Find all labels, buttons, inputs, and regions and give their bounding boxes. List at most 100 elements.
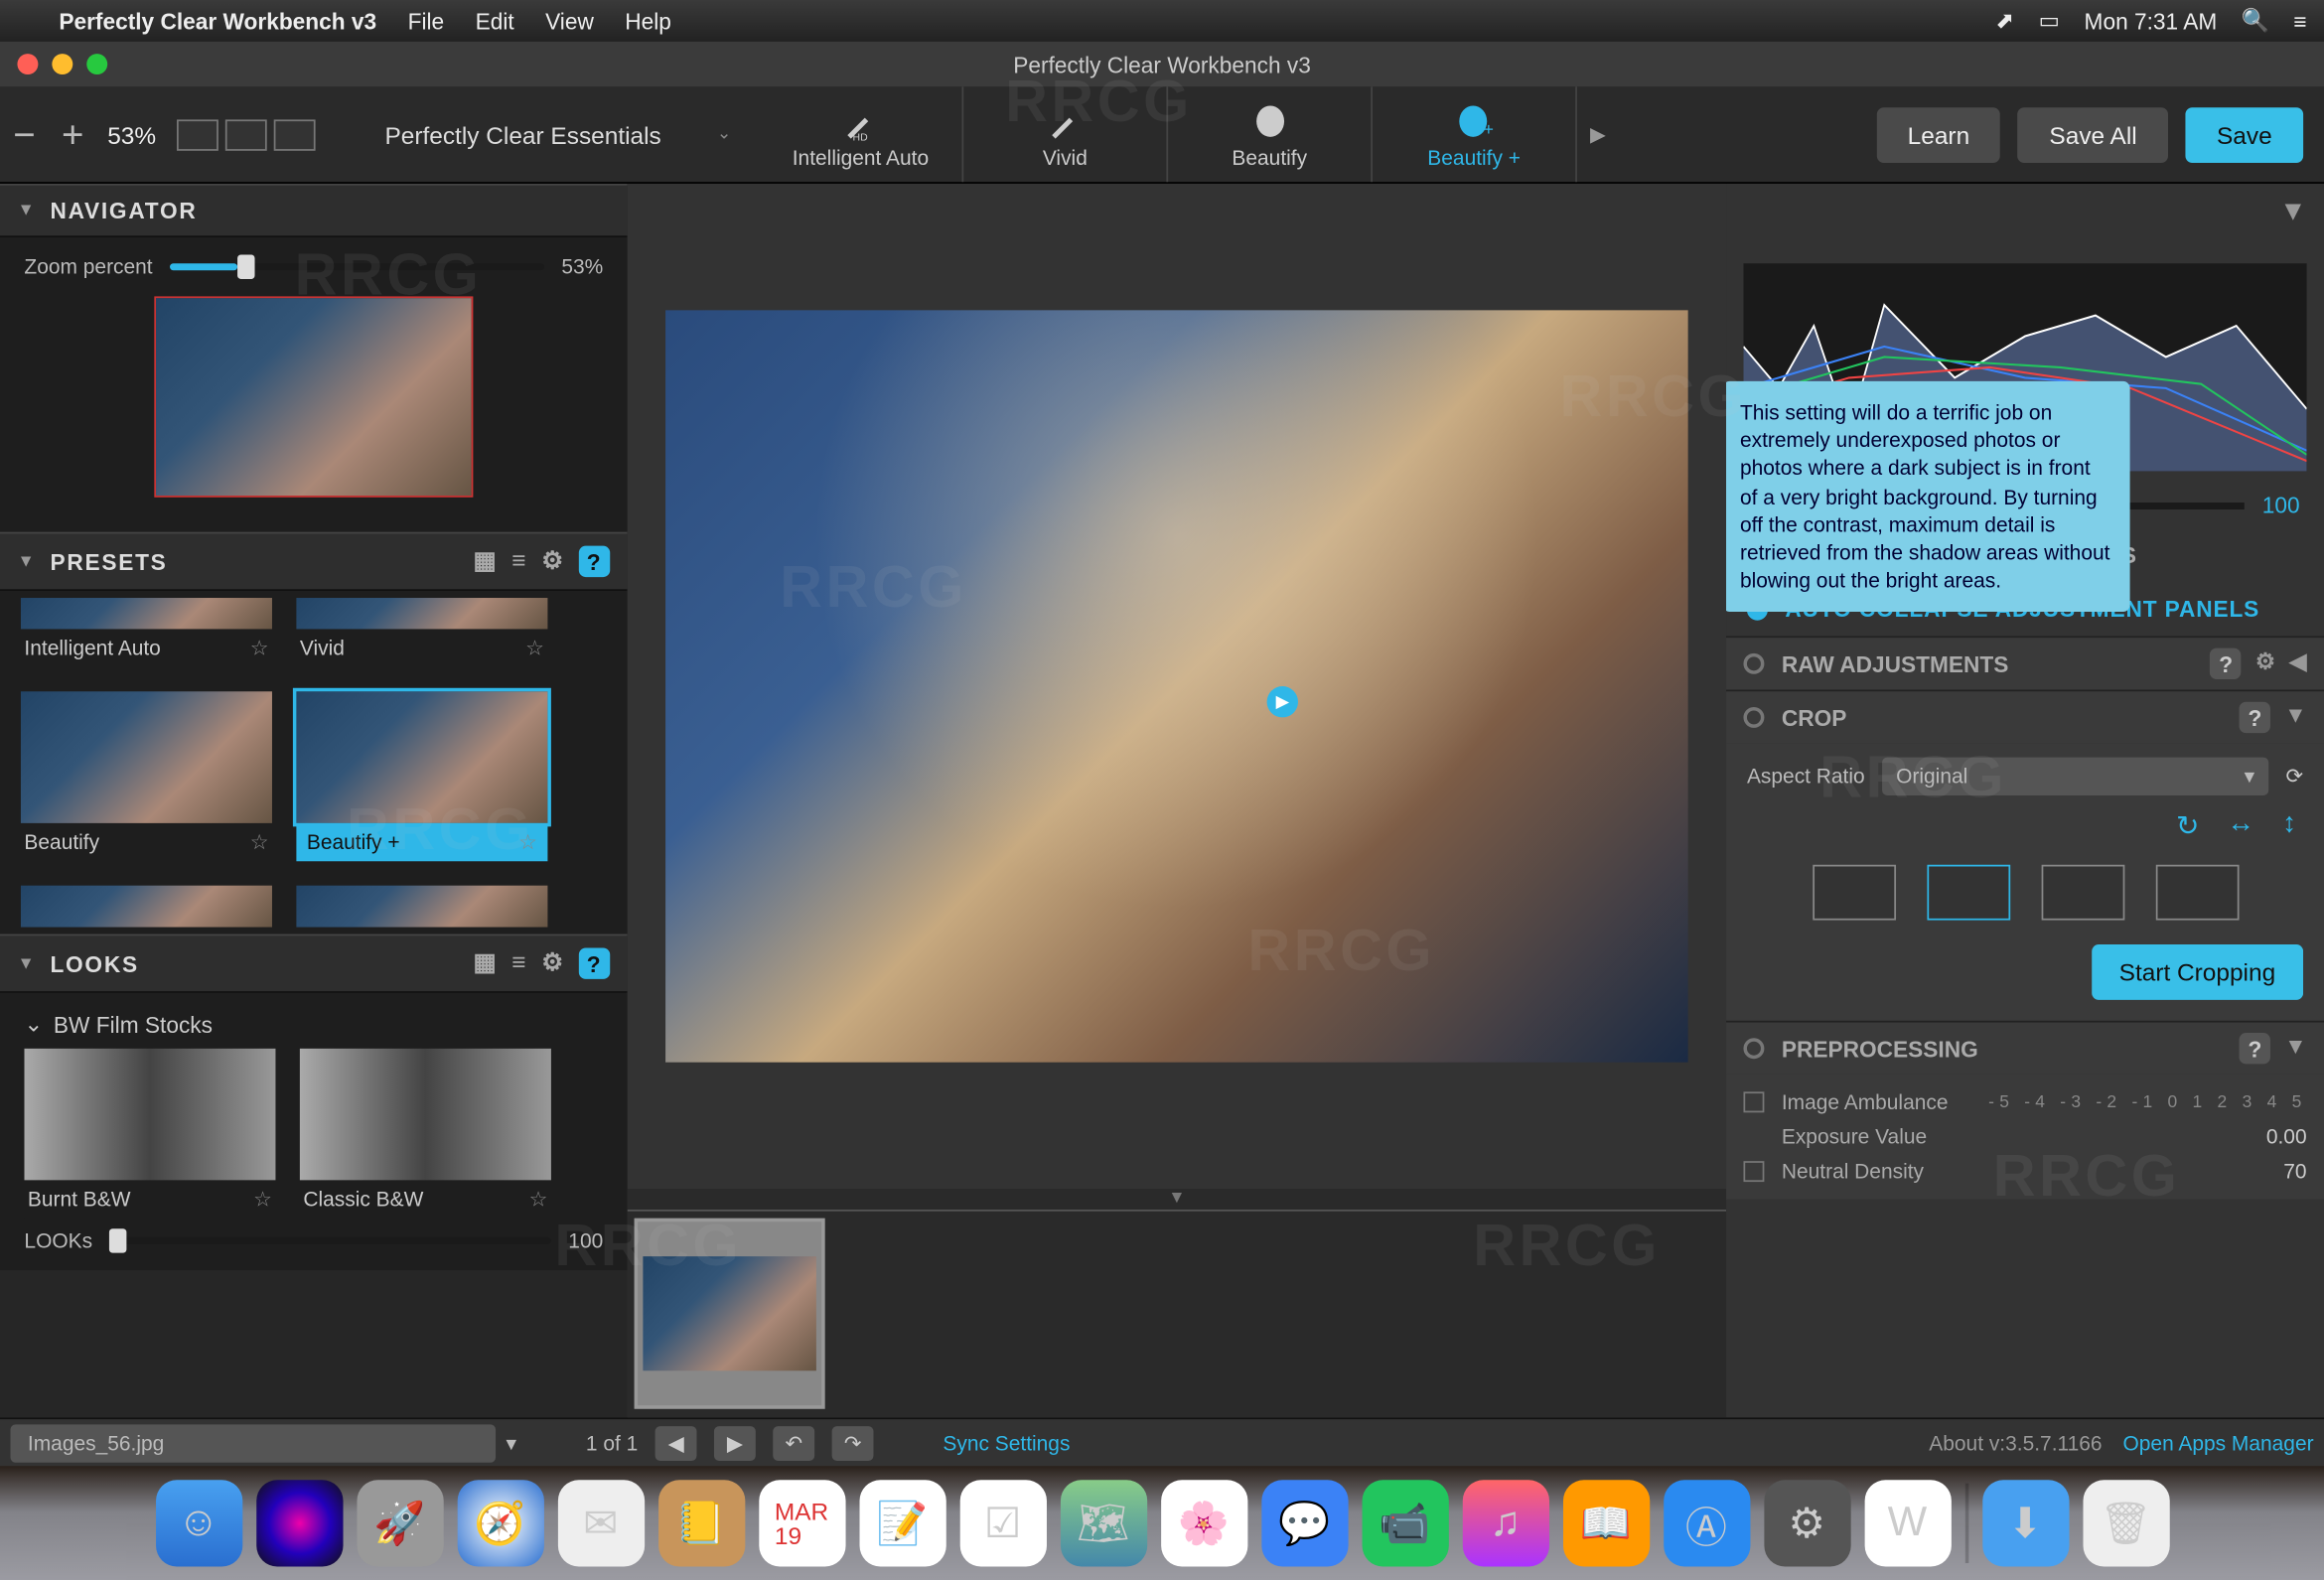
dock-trash-icon[interactable]: 🗑 — [2083, 1480, 2169, 1566]
gear-icon[interactable]: ⚙ — [2255, 648, 2275, 679]
dock-reminders-icon[interactable]: ☑ — [959, 1480, 1046, 1566]
preset-beautify[interactable]: Beautify☆ — [21, 691, 272, 861]
dock-calendar-icon[interactable]: MAR19 — [758, 1480, 844, 1566]
dock-itunes-icon[interactable]: ♫ — [1462, 1480, 1548, 1566]
undo-button[interactable]: ↶ — [773, 1425, 814, 1460]
preset-extra-row[interactable] — [296, 886, 547, 928]
list-view-icon[interactable]: ≡ — [511, 948, 527, 979]
preproc-image-ambulance[interactable]: Image Ambulance -5 -4 -3 -2 -1 0 1 2 3 4… — [1743, 1084, 2306, 1119]
open-apps-manager-link[interactable]: Open Apps Manager — [2122, 1430, 2313, 1454]
next-image-button[interactable]: ▶ — [714, 1425, 756, 1460]
checkbox-icon[interactable] — [1743, 1091, 1764, 1112]
preproc-neutral-density[interactable]: Neutral Density 70 — [1743, 1154, 2306, 1189]
aspect-ratio-select[interactable]: Original ▾ — [1882, 758, 2268, 795]
help-icon[interactable]: ? — [2240, 702, 2270, 733]
help-icon[interactable]: ? — [579, 546, 610, 577]
menu-help[interactable]: Help — [625, 8, 671, 34]
menu-view[interactable]: View — [545, 8, 594, 34]
gear-icon[interactable]: ⚙ — [541, 948, 565, 979]
view-split-icon[interactable] — [225, 119, 267, 150]
image-canvas[interactable]: ▶ — [628, 184, 1726, 1189]
looks-group[interactable]: BW Film Stocks — [54, 1011, 213, 1037]
save-button[interactable]: Save — [2186, 106, 2304, 162]
fullscreen-icon[interactable] — [86, 54, 107, 74]
rotate-icon[interactable]: ↻ — [2176, 809, 2199, 844]
preset-beautify-plus[interactable]: Beautify +☆ — [296, 691, 547, 861]
dock-photos-icon[interactable]: 🌸 — [1160, 1480, 1246, 1566]
collapse-icon[interactable]: ▼ — [2284, 1033, 2306, 1064]
dock-appstore-icon[interactable]: Ⓐ — [1663, 1480, 1749, 1566]
preset-dropdown[interactable]: Perfectly Clear Essentials ⌄ — [384, 120, 731, 148]
minimize-icon[interactable] — [52, 54, 73, 74]
favorite-icon[interactable]: ☆ — [525, 636, 544, 659]
prev-image-button[interactable]: ◀ — [655, 1425, 697, 1460]
grid-view-icon[interactable]: ▦ — [473, 948, 498, 979]
navigator-header[interactable]: ▼ NAVIGATOR — [0, 184, 628, 237]
learn-button[interactable]: Learn — [1876, 106, 2000, 162]
grid-view-icon[interactable]: ▦ — [473, 546, 498, 577]
display-icon[interactable]: ▭ — [2039, 7, 2060, 35]
spotlight-icon[interactable]: 🔍 — [2242, 7, 2269, 35]
favorite-icon[interactable]: ☆ — [250, 636, 269, 659]
chevron-down-icon[interactable]: ⌄ — [24, 1010, 43, 1038]
rotate-crop-icon[interactable]: ⟳ — [2286, 765, 2304, 789]
section-raw-adjustments[interactable]: RAW ADJUSTMENTS ?⚙◀ — [1726, 636, 2324, 689]
panel-collapse-icon[interactable]: ▼ — [2279, 198, 2307, 228]
menu-edit[interactable]: Edit — [476, 8, 514, 34]
dock-app-icon[interactable]: W — [1864, 1480, 1951, 1566]
filename-field[interactable]: Images_56.jpg — [10, 1424, 496, 1462]
view-dual-icon[interactable] — [274, 119, 316, 150]
look-classic-bw[interactable]: Classic B&W☆ — [300, 1049, 551, 1219]
filmstrip-thumbnail[interactable] — [635, 1219, 825, 1409]
checkbox-icon[interactable] — [1743, 1161, 1764, 1182]
chevron-down-icon[interactable]: ▾ — [507, 1430, 517, 1454]
save-all-button[interactable]: Save All — [2018, 106, 2168, 162]
preset-extra-row[interactable] — [21, 886, 272, 928]
dock-ibooks-icon[interactable]: 📖 — [1562, 1480, 1649, 1566]
zoom-out-button[interactable]: − — [0, 112, 49, 157]
looks-header[interactable]: ▼ LOOKS ▦ ≡ ⚙ ? — [0, 934, 628, 993]
flip-horizontal-icon[interactable]: ↔ — [2227, 809, 2254, 844]
dock-preferences-icon[interactable]: ⚙ — [1764, 1480, 1850, 1566]
gear-icon[interactable]: ⚙ — [541, 546, 565, 577]
collapse-icon[interactable]: ▼ — [2284, 702, 2306, 733]
dock-contacts-icon[interactable]: 📒 — [657, 1480, 744, 1566]
dock-safari-icon[interactable]: 🧭 — [457, 1480, 543, 1566]
clock[interactable]: Mon 7:31 AM — [2085, 8, 2218, 34]
dock-notes-icon[interactable]: 📝 — [859, 1480, 945, 1566]
help-icon[interactable]: ? — [2210, 648, 2241, 679]
tab-vivid[interactable]: Vivid — [963, 86, 1168, 182]
preset-intelligent-auto[interactable]: Intelligent Auto☆ — [21, 598, 272, 667]
help-icon[interactable]: ? — [579, 948, 610, 979]
looks-slider[interactable] — [110, 1237, 551, 1244]
tab-intelligent-auto[interactable]: HD Intelligent Auto — [759, 86, 963, 182]
tabs-scroll-right[interactable]: ▸ — [1577, 86, 1619, 182]
tab-beautify[interactable]: Beautify — [1168, 86, 1373, 182]
presets-header[interactable]: ▼ PRESETS ▦ ≡ ⚙ ? — [0, 532, 628, 591]
sync-settings-link[interactable]: Sync Settings — [943, 1430, 1070, 1454]
list-view-icon[interactable]: ≡ — [511, 546, 527, 577]
tab-beautify-plus[interactable]: + Beautify + — [1373, 86, 1577, 182]
favorite-icon[interactable]: ☆ — [518, 830, 537, 854]
app-menu[interactable]: Perfectly Clear Workbench v3 — [59, 8, 376, 34]
dock-downloads-icon[interactable]: ⬇ — [1981, 1480, 2068, 1566]
flip-vertical-icon[interactable]: ↕ — [2282, 809, 2296, 844]
view-single-icon[interactable] — [177, 119, 218, 150]
collapse-icon[interactable]: ◀ — [2289, 648, 2306, 679]
redo-button[interactable]: ↷ — [832, 1425, 874, 1460]
section-preprocessing[interactable]: PREPROCESSING ?▼ — [1726, 1021, 2324, 1075]
preset-vivid[interactable]: Vivid☆ — [296, 598, 547, 667]
crop-grid-golden[interactable] — [2155, 865, 2239, 921]
before-after-play-icon[interactable]: ▶ — [1267, 686, 1298, 717]
list-menu-icon[interactable]: ≡ — [2293, 8, 2306, 34]
crop-grid-thirds[interactable] — [1927, 865, 2010, 921]
favorite-icon[interactable]: ☆ — [529, 1187, 548, 1211]
help-icon[interactable]: ? — [2240, 1033, 2270, 1064]
dock-launchpad-icon[interactable]: 🚀 — [357, 1480, 443, 1566]
filmstrip-collapse-icon[interactable]: ▼ — [628, 1189, 1726, 1210]
look-burnt-bw[interactable]: Burnt B&W☆ — [24, 1049, 275, 1219]
dock-mail-icon[interactable]: ✉ — [557, 1480, 644, 1566]
dock-messages-icon[interactable]: 💬 — [1260, 1480, 1347, 1566]
dock-maps-icon[interactable]: 🗺 — [1060, 1480, 1146, 1566]
zoom-slider[interactable] — [170, 263, 544, 270]
